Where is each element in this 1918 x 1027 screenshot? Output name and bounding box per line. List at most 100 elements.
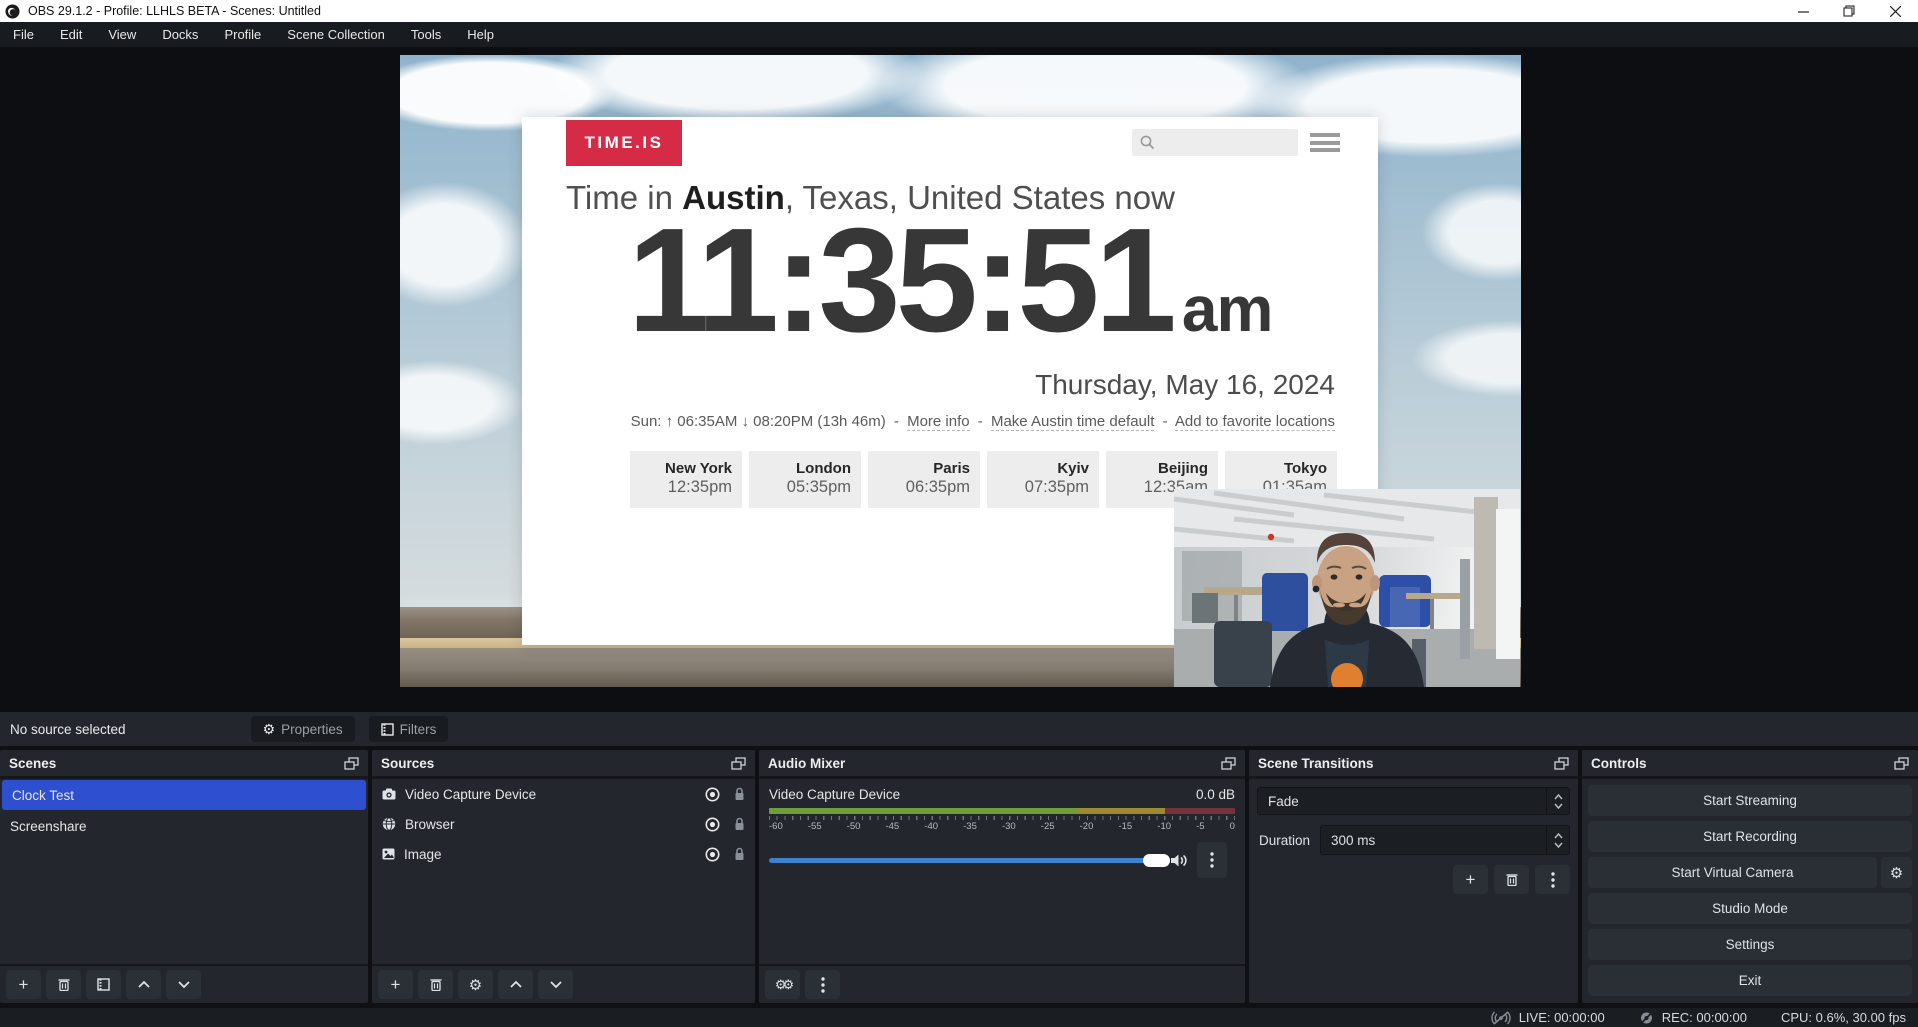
popout-icon[interactable]: [1894, 757, 1909, 770]
scene-transitions-title: Scene Transitions: [1258, 756, 1374, 771]
image-icon: [382, 848, 395, 860]
status-bar: LIVE: 00:00:00 REC: 00:00:00 CPU: 0.6%, …: [0, 1008, 1918, 1027]
virtual-camera-config-button[interactable]: ⚙: [1881, 857, 1912, 888]
globe-icon: [382, 817, 396, 831]
add-source-button[interactable]: +: [378, 970, 413, 999]
date-line: Thursday, May 16, 2024: [1035, 369, 1335, 401]
scene-item-clock-test[interactable]: Clock Test: [2, 780, 366, 810]
source-item-browser[interactable]: Browser: [372, 809, 755, 839]
clock-ampm: am: [1182, 273, 1273, 345]
lock-icon[interactable]: [734, 817, 745, 831]
mixer-channel-menu-button[interactable]: [1197, 842, 1227, 878]
popout-icon[interactable]: [1221, 757, 1236, 770]
filter-icon: [381, 723, 394, 736]
duration-input[interactable]: 300 ms: [1320, 825, 1570, 855]
hamburger-menu-icon[interactable]: [1310, 133, 1340, 152]
remove-source-button[interactable]: [418, 970, 453, 999]
volume-meter-labels: -60-55-50-45-40-35-30-25-20-15-10-50: [769, 821, 1235, 832]
menu-bar: File Edit View Docks Profile Scene Colle…: [0, 22, 1918, 47]
scene-filters-button[interactable]: [86, 970, 121, 999]
popout-icon[interactable]: [731, 757, 746, 770]
select-arrows[interactable]: [1546, 788, 1569, 814]
live-timer: LIVE: 00:00:00: [1519, 1010, 1605, 1025]
source-properties-button[interactable]: ⚙: [458, 970, 493, 999]
menu-tools[interactable]: Tools: [398, 22, 454, 47]
audio-mixer-title: Audio Mixer: [768, 756, 845, 771]
program-preview[interactable]: TIME.IS Time in Austin, Texas, United St…: [400, 55, 1521, 687]
properties-button[interactable]: ⚙ Properties: [251, 716, 355, 742]
lock-icon[interactable]: [734, 787, 745, 801]
scene-down-button[interactable]: [166, 970, 201, 999]
volume-slider[interactable]: [769, 858, 1161, 863]
close-icon: [1890, 6, 1901, 17]
chevron-up-icon: [1554, 833, 1563, 839]
stream-inactive-icon: [1491, 1011, 1511, 1025]
chevron-down-icon: [1554, 842, 1563, 848]
speaker-icon[interactable]: [1170, 853, 1188, 868]
city-box[interactable]: New York12:35pm: [630, 451, 742, 508]
audio-mixer-panel: Audio Mixer Video Capture Device 0.0 dB …: [759, 750, 1245, 1003]
chevron-up-icon: [138, 981, 150, 988]
menu-edit[interactable]: Edit: [47, 22, 95, 47]
studio-mode-button[interactable]: Studio Mode: [1588, 893, 1912, 924]
dots-vertical-icon: [1551, 872, 1555, 888]
add-scene-button[interactable]: +: [6, 970, 41, 999]
restore-button[interactable]: [1826, 0, 1872, 22]
trash-icon: [1506, 873, 1518, 886]
transition-menu-button[interactable]: [1535, 865, 1570, 894]
visibility-icon[interactable]: [705, 817, 720, 832]
no-source-label: No source selected: [10, 722, 126, 737]
source-down-button[interactable]: [538, 970, 573, 999]
restore-icon: [1843, 5, 1855, 17]
transition-select[interactable]: Fade: [1257, 787, 1570, 815]
source-item-image[interactable]: Image: [372, 839, 755, 869]
volume-meter-ticks: [769, 816, 1235, 820]
city-box[interactable]: Kyiv07:35pm: [987, 451, 1099, 508]
popout-icon[interactable]: [344, 757, 359, 770]
settings-button[interactable]: Settings: [1588, 929, 1912, 960]
sources-panel: Sources Video Capture Device Browser Ima…: [372, 750, 755, 1003]
scene-up-button[interactable]: [126, 970, 161, 999]
menu-scene-collection[interactable]: Scene Collection: [274, 22, 398, 47]
remove-transition-button[interactable]: [1494, 865, 1529, 894]
start-recording-button[interactable]: Start Recording: [1588, 821, 1912, 852]
city-box[interactable]: London05:35pm: [749, 451, 861, 508]
filters-button[interactable]: Filters: [369, 716, 449, 742]
gear-icon: ⚙: [469, 976, 482, 994]
start-streaming-button[interactable]: Start Streaming: [1588, 785, 1912, 816]
advanced-audio-button[interactable]: ⚙⚙: [765, 970, 800, 999]
make-default-link[interactable]: Make Austin time default: [991, 413, 1154, 431]
source-toolbar: No source selected ⚙ Properties Filters: [0, 712, 1918, 746]
volume-meter: [769, 808, 1235, 814]
menu-profile[interactable]: Profile: [211, 22, 274, 47]
lock-icon[interactable]: [734, 847, 745, 861]
source-up-button[interactable]: [498, 970, 533, 999]
popout-icon[interactable]: [1554, 757, 1569, 770]
menu-view[interactable]: View: [95, 22, 149, 47]
remove-scene-button[interactable]: [46, 970, 81, 999]
obs-logo-icon: [5, 4, 20, 19]
duration-spinner[interactable]: [1546, 826, 1569, 854]
gear-icon: ⚙: [1890, 864, 1903, 882]
minimize-button[interactable]: [1780, 0, 1826, 22]
window-title: OBS 29.1.2 - Profile: LLHLS BETA - Scene…: [28, 4, 321, 18]
menu-help[interactable]: Help: [454, 22, 507, 47]
source-item-video-capture[interactable]: Video Capture Device: [372, 779, 755, 809]
search-icon: [1140, 135, 1155, 150]
volume-slider-handle[interactable]: [1143, 854, 1170, 867]
gear-icon: ⚙: [263, 721, 276, 738]
visibility-icon[interactable]: [705, 787, 720, 802]
start-virtual-camera-button[interactable]: Start Virtual Camera: [1588, 857, 1877, 888]
add-favorite-link[interactable]: Add to favorite locations: [1175, 413, 1335, 431]
menu-file[interactable]: File: [0, 22, 47, 47]
city-box[interactable]: Paris06:35pm: [868, 451, 980, 508]
close-button[interactable]: [1872, 0, 1918, 22]
mixer-menu-button[interactable]: [805, 970, 840, 999]
more-info-link[interactable]: More info: [907, 413, 970, 431]
search-input[interactable]: [1132, 129, 1298, 156]
scene-item-screenshare[interactable]: Screenshare: [0, 811, 368, 841]
visibility-icon[interactable]: [705, 847, 720, 862]
menu-docks[interactable]: Docks: [149, 22, 211, 47]
add-transition-button[interactable]: +: [1453, 865, 1488, 894]
exit-button[interactable]: Exit: [1588, 965, 1912, 996]
